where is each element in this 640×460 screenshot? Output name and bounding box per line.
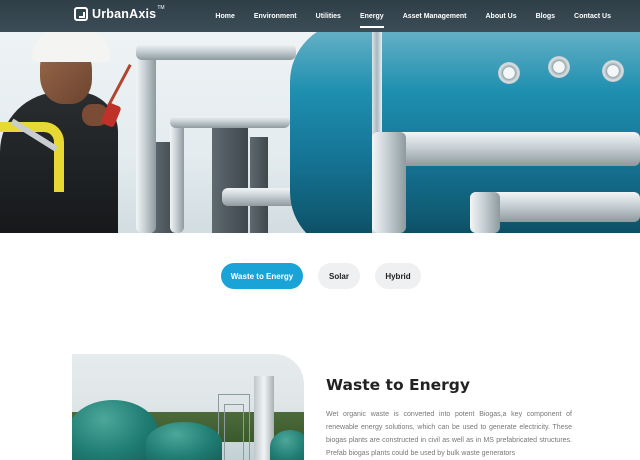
nav-blogs[interactable]: Blogs bbox=[536, 13, 555, 20]
nav-environment[interactable]: Environment bbox=[254, 13, 297, 20]
hero-building bbox=[212, 124, 248, 233]
navbar: UrbanAxis TM Home Environment Utilities … bbox=[0, 0, 640, 32]
urbanaxis-logo-icon bbox=[74, 7, 88, 21]
brand-logo[interactable]: UrbanAxis TM bbox=[74, 5, 165, 21]
nav-about-us[interactable]: About Us bbox=[485, 13, 516, 20]
hero-pipe bbox=[170, 116, 290, 128]
energy-tabs: Waste to Energy Solar Hybrid bbox=[0, 263, 640, 289]
nav-utilities[interactable]: Utilities bbox=[316, 13, 341, 20]
page: UrbanAxis TM Home Environment Utilities … bbox=[0, 0, 640, 460]
hero-gauge bbox=[602, 60, 624, 82]
nav-asset-management[interactable]: Asset Management bbox=[403, 13, 467, 20]
tab-solar[interactable]: Solar bbox=[318, 263, 360, 289]
hero-building bbox=[250, 137, 268, 233]
hero-gauge bbox=[548, 56, 570, 78]
image-biogas-dome bbox=[146, 422, 222, 460]
hero-pipe bbox=[136, 52, 156, 233]
hero-pipe bbox=[136, 44, 296, 60]
nav-energy[interactable]: Energy bbox=[359, 13, 384, 28]
brand-name: UrbanAxis bbox=[92, 7, 157, 21]
section-body: Wet organic waste is converted into pote… bbox=[326, 411, 572, 457]
nav-contact-us[interactable]: Contact Us bbox=[574, 13, 611, 20]
image-biogas-dome bbox=[270, 430, 304, 460]
hero-gauge bbox=[498, 62, 520, 84]
trademark-mark: TM bbox=[157, 5, 165, 11]
hero-pipe bbox=[372, 132, 640, 166]
biogas-plant-image bbox=[72, 354, 304, 460]
tab-hybrid[interactable]: Hybrid bbox=[375, 263, 421, 289]
hero-pipe bbox=[372, 132, 406, 233]
hero-banner bbox=[0, 32, 640, 233]
image-scaffold bbox=[224, 404, 244, 460]
hero-pipe bbox=[470, 192, 500, 233]
hero-worker-helmet bbox=[32, 32, 110, 62]
main-nav: Home Environment Utilities Energy Asset … bbox=[215, 0, 640, 32]
tab-waste-to-energy[interactable]: Waste to Energy bbox=[221, 263, 303, 289]
hero-pipe bbox=[170, 122, 184, 233]
nav-home[interactable]: Home bbox=[215, 13, 234, 20]
section-title: Waste to Energy bbox=[326, 376, 470, 394]
